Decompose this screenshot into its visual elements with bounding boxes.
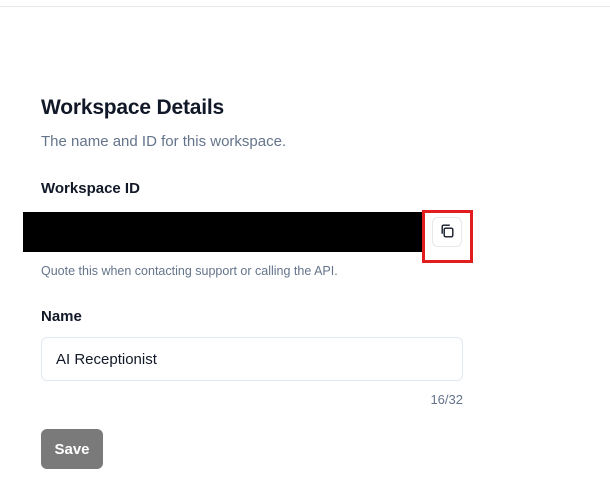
workspace-id-label: Workspace ID [41, 180, 140, 197]
copy-workspace-id-button[interactable] [432, 217, 462, 247]
save-button[interactable]: Save [41, 429, 103, 469]
section-title: Workspace Details [41, 96, 224, 119]
section-subtitle: The name and ID for this workspace. [41, 133, 287, 150]
top-divider [0, 6, 610, 7]
workspace-details-page: Workspace Details The name and ID for th… [0, 0, 610, 480]
name-label: Name [41, 308, 82, 325]
name-input[interactable] [41, 337, 463, 381]
workspace-id-field[interactable] [23, 212, 425, 252]
workspace-id-hint: Quote this when contacting support or ca… [41, 264, 338, 278]
copy-icon [439, 223, 455, 242]
name-char-count: 16/32 [430, 392, 463, 407]
